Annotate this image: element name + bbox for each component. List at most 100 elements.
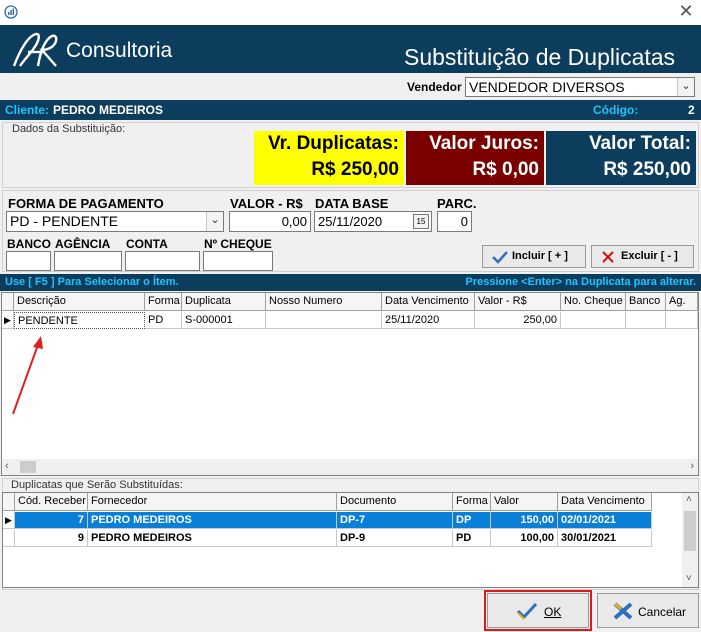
chevron-left-icon[interactable]: ‹: [5, 460, 9, 472]
annotation-arrow-icon: [12, 336, 43, 415]
cancel-icon: [613, 602, 633, 620]
valor-input[interactable]: 0,00: [229, 211, 311, 232]
scroll-thumb[interactable]: [20, 461, 36, 473]
table-cell[interactable]: 250,00: [475, 312, 561, 329]
instruction-bar: Use [ F5 ] Para Selecionar o Ítem. Press…: [0, 274, 701, 291]
ok-button[interactable]: OK: [487, 593, 589, 628]
column-header[interactable]: Nosso Numero: [266, 293, 382, 311]
column-header[interactable]: Data Vencimento: [558, 493, 652, 511]
client-name: PEDRO MEDEIROS: [53, 103, 164, 117]
column-header[interactable]: Forma: [145, 293, 182, 311]
chevron-down-icon[interactable]: ⌄: [206, 212, 223, 231]
cancel-button[interactable]: Cancelar: [597, 593, 699, 628]
column-header[interactable]: Banco: [626, 293, 666, 311]
duplicatas-label: Vr. Duplicatas:: [268, 133, 399, 154]
column-header[interactable]: No. Cheque: [561, 293, 626, 311]
table-cell[interactable]: PD: [453, 530, 491, 547]
total-box: Valor Total: R$ 250,00: [546, 131, 696, 185]
table-cell[interactable]: S-000001: [182, 312, 266, 329]
conta-label: CONTA: [126, 237, 168, 251]
ok-label: OK: [544, 605, 562, 619]
total-label: Valor Total:: [588, 133, 691, 154]
vendor-label: Vendedor: [407, 80, 462, 94]
database-label: DATA BASE: [315, 196, 389, 211]
title-bar: [0, 0, 701, 25]
table-cell[interactable]: DP-7: [337, 512, 453, 529]
chevron-up-icon[interactable]: ˄: [686, 494, 692, 505]
table-cell[interactable]: [561, 312, 626, 329]
column-header[interactable]: Forma: [453, 493, 491, 511]
juros-label: Valor Juros:: [429, 133, 539, 154]
column-header[interactable]: Duplicata: [182, 293, 266, 311]
excluir-label: Excluir [ - ]: [621, 250, 678, 262]
row-indicator: [3, 530, 15, 547]
table-cell[interactable]: 25/11/2020: [382, 312, 475, 329]
table-cell[interactable]: [666, 312, 698, 329]
code-label: Código:: [593, 103, 639, 117]
parc-value: 0: [460, 214, 468, 229]
table-cell[interactable]: 7: [15, 512, 88, 529]
banco-label: BANCO: [7, 237, 51, 251]
column-header[interactable]: Ag.: [666, 293, 698, 311]
instruction-right: Pressione <Enter> na Duplicata para alte…: [465, 276, 697, 288]
column-header[interactable]: Valor - R$: [475, 293, 561, 311]
valor-value: 0,00: [281, 214, 307, 229]
vertical-scrollbar[interactable]: ˄ ˅: [682, 493, 698, 587]
calendar-icon[interactable]: 15: [413, 214, 429, 229]
client-label: Cliente:: [5, 103, 50, 117]
row-pointer-icon: ▶: [3, 512, 15, 529]
table-cell[interactable]: PEDRO MEDEIROS: [88, 512, 337, 529]
row-indicator-header: [2, 293, 14, 311]
cancel-label: Cancelar: [638, 605, 687, 619]
table-cell[interactable]: [626, 312, 666, 329]
app-icon: [4, 5, 18, 19]
brand-name: Consultoria: [66, 39, 173, 62]
logo-icon: [12, 32, 58, 67]
table-cell[interactable]: 30/01/2021: [558, 530, 652, 547]
total-value: R$ 250,00: [603, 159, 691, 180]
banco-input[interactable]: [6, 251, 51, 271]
table-cell[interactable]: 150,00: [491, 512, 558, 529]
parc-input[interactable]: 0: [437, 211, 472, 232]
valor-label: VALOR - R$: [230, 196, 303, 211]
column-header[interactable]: Fornecedor: [88, 493, 337, 511]
column-header[interactable]: Descrição: [14, 293, 145, 311]
table-cell[interactable]: 100,00: [491, 530, 558, 547]
agencia-input[interactable]: [54, 251, 122, 271]
juros-value: R$ 0,00: [472, 159, 539, 180]
column-header[interactable]: Documento: [337, 493, 453, 511]
agencia-label: AGÊNCIA: [55, 237, 111, 251]
substituted-group-label: Duplicatas que Serão Substituídas:: [10, 479, 184, 491]
table-cell[interactable]: PENDENTE: [14, 312, 145, 329]
table-cell[interactable]: DP-9: [337, 530, 453, 547]
table-cell[interactable]: PEDRO MEDEIROS: [88, 530, 337, 547]
conta-input[interactable]: [125, 251, 200, 271]
column-header[interactable]: Valor: [491, 493, 558, 511]
horizontal-scrollbar[interactable]: ‹ ›: [2, 459, 698, 475]
cheque-input[interactable]: [203, 251, 273, 271]
close-icon[interactable]: ✕: [676, 2, 696, 22]
table-cell[interactable]: [266, 312, 382, 329]
table-cell[interactable]: PD: [145, 312, 182, 329]
chevron-down-icon[interactable]: ˅: [686, 573, 692, 584]
page-title: Substituição de Duplicatas: [404, 44, 676, 70]
column-header[interactable]: Data Vencimento: [382, 293, 475, 311]
vendor-select[interactable]: VENDEDOR DIVERSOS ⌄: [465, 77, 695, 97]
forma-value: PD - PENDENTE: [10, 213, 119, 229]
table-cell[interactable]: 9: [15, 530, 88, 547]
column-header[interactable]: Cód. Receber: [15, 493, 88, 511]
code-value: 2: [688, 103, 695, 117]
chevron-down-icon[interactable]: ⌄: [677, 78, 694, 96]
instruction-left: Use [ F5 ] Para Selecionar o Ítem.: [5, 276, 179, 288]
scroll-thumb[interactable]: [684, 511, 696, 551]
client-bar: Cliente: PEDRO MEDEIROS Código: 2: [0, 100, 701, 120]
forma-select[interactable]: PD - PENDENTE ⌄: [6, 211, 224, 232]
database-input[interactable]: 25/11/2020 15: [314, 211, 432, 232]
incluir-button[interactable]: Incluir [ + ]: [482, 245, 586, 268]
row-pointer-icon: ▶: [2, 312, 14, 329]
table-cell[interactable]: 02/01/2021: [558, 512, 652, 529]
excluir-button[interactable]: Excluir [ - ]: [591, 245, 694, 268]
table-cell[interactable]: DP: [453, 512, 491, 529]
duplicatas-box: Vr. Duplicatas: R$ 250,00: [254, 131, 404, 185]
chevron-right-icon[interactable]: ›: [690, 460, 694, 472]
